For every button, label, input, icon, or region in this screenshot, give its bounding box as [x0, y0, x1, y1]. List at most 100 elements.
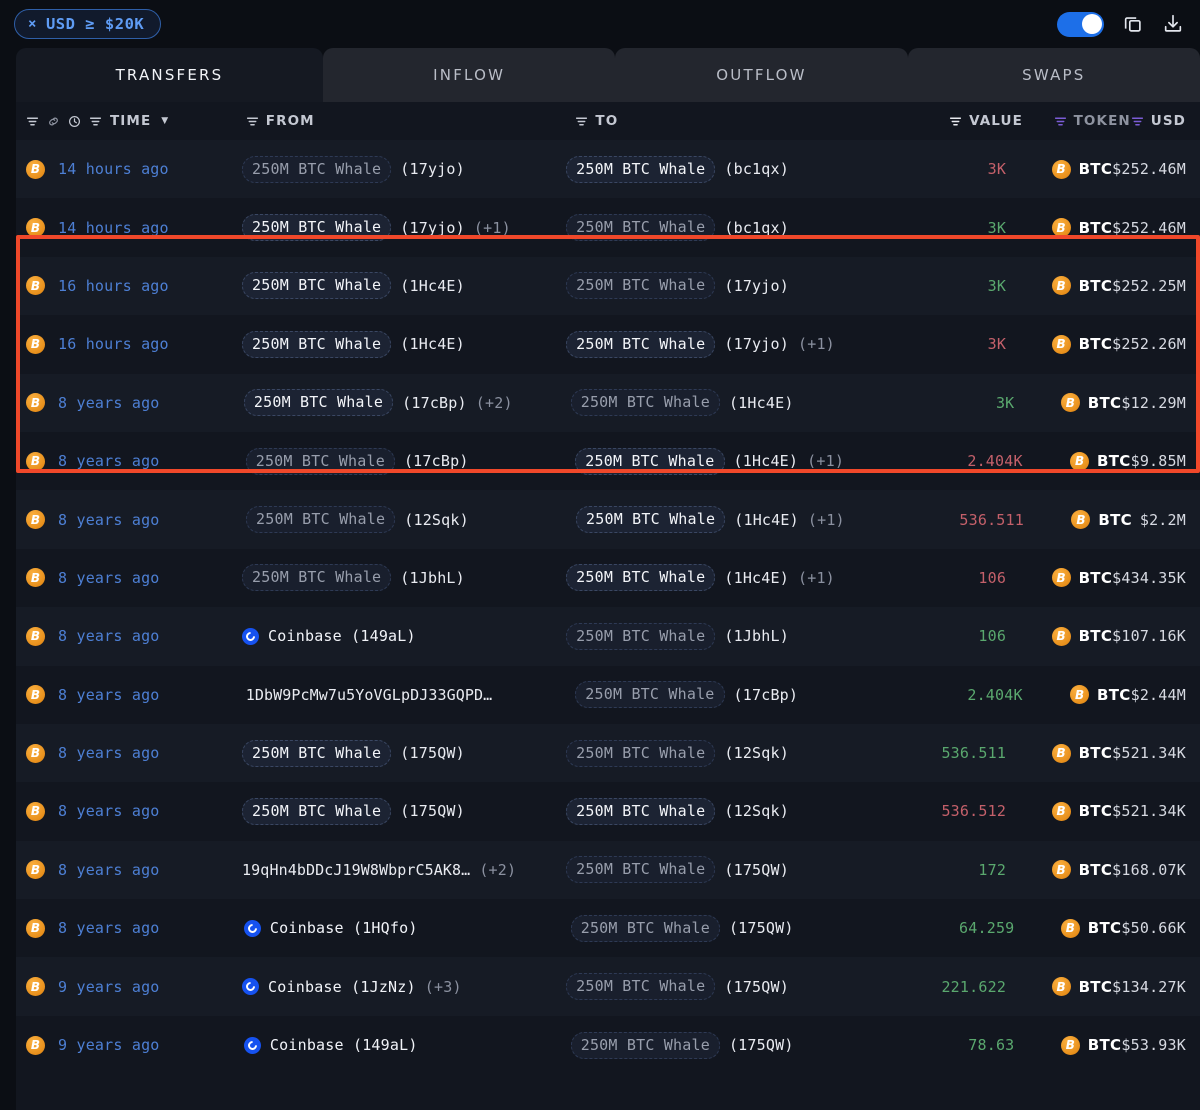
to-address[interactable]: (bc1qx): [724, 160, 789, 178]
from-address[interactable]: (17yjo): [400, 160, 465, 178]
to-address[interactable]: (1Hc4E): [729, 394, 794, 412]
close-icon[interactable]: ×: [28, 17, 37, 31]
filter-icon-from[interactable]: [246, 115, 259, 128]
to-address[interactable]: (1JbhL): [724, 627, 789, 645]
clock-icon[interactable]: [68, 115, 81, 128]
filter-icon-to[interactable]: [575, 115, 588, 128]
filter-icon-token[interactable]: [1054, 115, 1067, 128]
filter-icon[interactable]: [26, 115, 39, 128]
from-entity-chip[interactable]: 250M BTC Whale: [242, 564, 391, 591]
from-entity-name[interactable]: Coinbase (149aL): [268, 627, 416, 645]
filter-chip-usd[interactable]: × USD ≥ $20K: [14, 9, 161, 39]
transfer-time[interactable]: 9 years ago: [58, 1036, 160, 1054]
from-entity-chip[interactable]: 250M BTC Whale: [242, 156, 391, 183]
to-address[interactable]: (1Hc4E): [724, 569, 789, 587]
column-header-usd[interactable]: USD: [1131, 113, 1186, 129]
to-entity-chip[interactable]: 250M BTC Whale: [571, 389, 720, 416]
from-address[interactable]: (1Hc4E): [400, 335, 465, 353]
to-address[interactable]: (17yjo): [724, 335, 789, 353]
to-entity-chip[interactable]: 250M BTC Whale: [566, 272, 715, 299]
table-row[interactable]: B8 years ago250M BTC Whale(17cBp)(+2)250…: [16, 374, 1200, 432]
table-row[interactable]: B8 years ago250M BTC Whale(175QW)250M BT…: [16, 724, 1200, 782]
to-entity-chip[interactable]: 250M BTC Whale: [566, 331, 715, 358]
from-address[interactable]: (17yjo): [400, 219, 465, 237]
tab-outflow[interactable]: OUTFLOW: [615, 48, 907, 102]
from-entity-name[interactable]: Coinbase (149aL): [270, 1036, 418, 1054]
from-address[interactable]: (1Hc4E): [400, 277, 465, 295]
table-row[interactable]: B8 years ago250M BTC Whale(175QW)250M BT…: [16, 782, 1200, 840]
column-header-from[interactable]: FROM: [246, 113, 576, 129]
to-address[interactable]: (1Hc4E): [734, 452, 799, 470]
from-entity-chip[interactable]: 250M BTC Whale: [242, 798, 391, 825]
transfer-time[interactable]: 8 years ago: [58, 511, 160, 529]
filter-icon-usd[interactable]: [1131, 115, 1144, 128]
to-entity-chip[interactable]: 250M BTC Whale: [575, 448, 724, 475]
table-row[interactable]: B8 years ago250M BTC Whale(12Sqk)250M BT…: [16, 490, 1200, 548]
transfer-time[interactable]: 8 years ago: [58, 861, 160, 879]
transfer-time[interactable]: 8 years ago: [58, 394, 160, 412]
tab-transfers[interactable]: TRANSFERS: [16, 48, 323, 102]
to-entity-chip[interactable]: 250M BTC Whale: [571, 915, 720, 942]
to-entity-chip[interactable]: 250M BTC Whale: [566, 798, 715, 825]
to-entity-chip[interactable]: 250M BTC Whale: [566, 973, 715, 1000]
table-row[interactable]: B16 hours ago250M BTC Whale(1Hc4E)250M B…: [16, 315, 1200, 373]
transfer-time[interactable]: 8 years ago: [58, 452, 160, 470]
filter-icon-time[interactable]: [89, 115, 102, 128]
transfer-time[interactable]: 8 years ago: [58, 627, 160, 645]
from-address[interactable]: (175QW): [400, 744, 465, 762]
from-address[interactable]: (1JbhL): [400, 569, 465, 587]
to-entity-chip[interactable]: 250M BTC Whale: [566, 156, 715, 183]
to-entity-chip[interactable]: 250M BTC Whale: [575, 681, 724, 708]
to-address[interactable]: (12Sqk): [724, 802, 789, 820]
transfer-time[interactable]: 8 years ago: [58, 744, 160, 762]
to-entity-chip[interactable]: 250M BTC Whale: [566, 564, 715, 591]
transfer-time[interactable]: 9 years ago: [58, 978, 160, 996]
from-entity-chip[interactable]: 250M BTC Whale: [242, 272, 391, 299]
table-row[interactable]: B9 years agoCoinbase (1JzNz)(+3)250M BTC…: [16, 957, 1200, 1015]
from-entity-name[interactable]: Coinbase (1HQfo): [270, 919, 418, 937]
column-header-token[interactable]: TOKEN: [1023, 113, 1131, 129]
realtime-toggle[interactable]: [1057, 12, 1104, 37]
table-row[interactable]: B8 years ago250M BTC Whale(17cBp)250M BT…: [16, 432, 1200, 490]
to-address[interactable]: (175QW): [729, 1036, 794, 1054]
transfer-time[interactable]: 14 hours ago: [58, 219, 169, 237]
to-entity-chip[interactable]: 250M BTC Whale: [566, 214, 715, 241]
tab-inflow[interactable]: INFLOW: [323, 48, 615, 102]
from-entity-chip[interactable]: 250M BTC Whale: [246, 448, 395, 475]
from-address[interactable]: (175QW): [400, 802, 465, 820]
to-address[interactable]: (17cBp): [734, 686, 799, 704]
tab-swaps[interactable]: SWAPS: [908, 48, 1200, 102]
to-address[interactable]: (bc1qx): [724, 219, 789, 237]
download-icon[interactable]: [1162, 13, 1184, 35]
table-row[interactable]: B8 years ago1DbW9PcMw7u5YoVGLpDJ33GQPDWs…: [16, 666, 1200, 724]
chevron-down-icon[interactable]: ▼: [161, 116, 169, 126]
from-entity-chip[interactable]: 250M BTC Whale: [242, 740, 391, 767]
transfer-time[interactable]: 16 hours ago: [58, 335, 169, 353]
table-row[interactable]: B8 years agoCoinbase (149aL)250M BTC Wha…: [16, 607, 1200, 665]
from-entity-chip[interactable]: 250M BTC Whale: [242, 214, 391, 241]
table-row[interactable]: B8 years agoCoinbase (1HQfo)250M BTC Wha…: [16, 899, 1200, 957]
column-header-time[interactable]: TIME ▼: [26, 113, 246, 129]
from-entity-chip[interactable]: 250M BTC Whale: [242, 331, 391, 358]
transfer-time[interactable]: 8 years ago: [58, 802, 160, 820]
to-entity-chip[interactable]: 250M BTC Whale: [571, 1032, 720, 1059]
transfer-time[interactable]: 16 hours ago: [58, 277, 169, 295]
to-entity-chip[interactable]: 250M BTC Whale: [566, 623, 715, 650]
from-entity-chip[interactable]: 250M BTC Whale: [244, 389, 393, 416]
to-entity-chip[interactable]: 250M BTC Whale: [576, 506, 725, 533]
table-row[interactable]: B16 hours ago250M BTC Whale(1Hc4E)250M B…: [16, 257, 1200, 315]
table-row[interactable]: B8 years ago19qHn4bDDcJ19W8WbprC5AK8…(+2…: [16, 841, 1200, 899]
from-address[interactable]: (17cBp): [402, 394, 467, 412]
to-address[interactable]: (175QW): [729, 919, 794, 937]
transfer-time[interactable]: 8 years ago: [58, 919, 160, 937]
table-row[interactable]: B8 years ago250M BTC Whale(1JbhL)250M BT…: [16, 549, 1200, 607]
link-icon[interactable]: [47, 115, 60, 128]
to-address[interactable]: (1Hc4E): [734, 511, 799, 529]
transfer-time[interactable]: 14 hours ago: [58, 160, 169, 178]
transfer-time[interactable]: 8 years ago: [58, 569, 160, 587]
table-row[interactable]: B14 hours ago250M BTC Whale(17yjo)(+1)25…: [16, 198, 1200, 256]
copy-icon[interactable]: [1122, 13, 1144, 35]
transfer-time[interactable]: 8 years ago: [58, 686, 160, 704]
filter-icon-value[interactable]: [949, 115, 962, 128]
column-header-to[interactable]: TO: [575, 113, 905, 129]
